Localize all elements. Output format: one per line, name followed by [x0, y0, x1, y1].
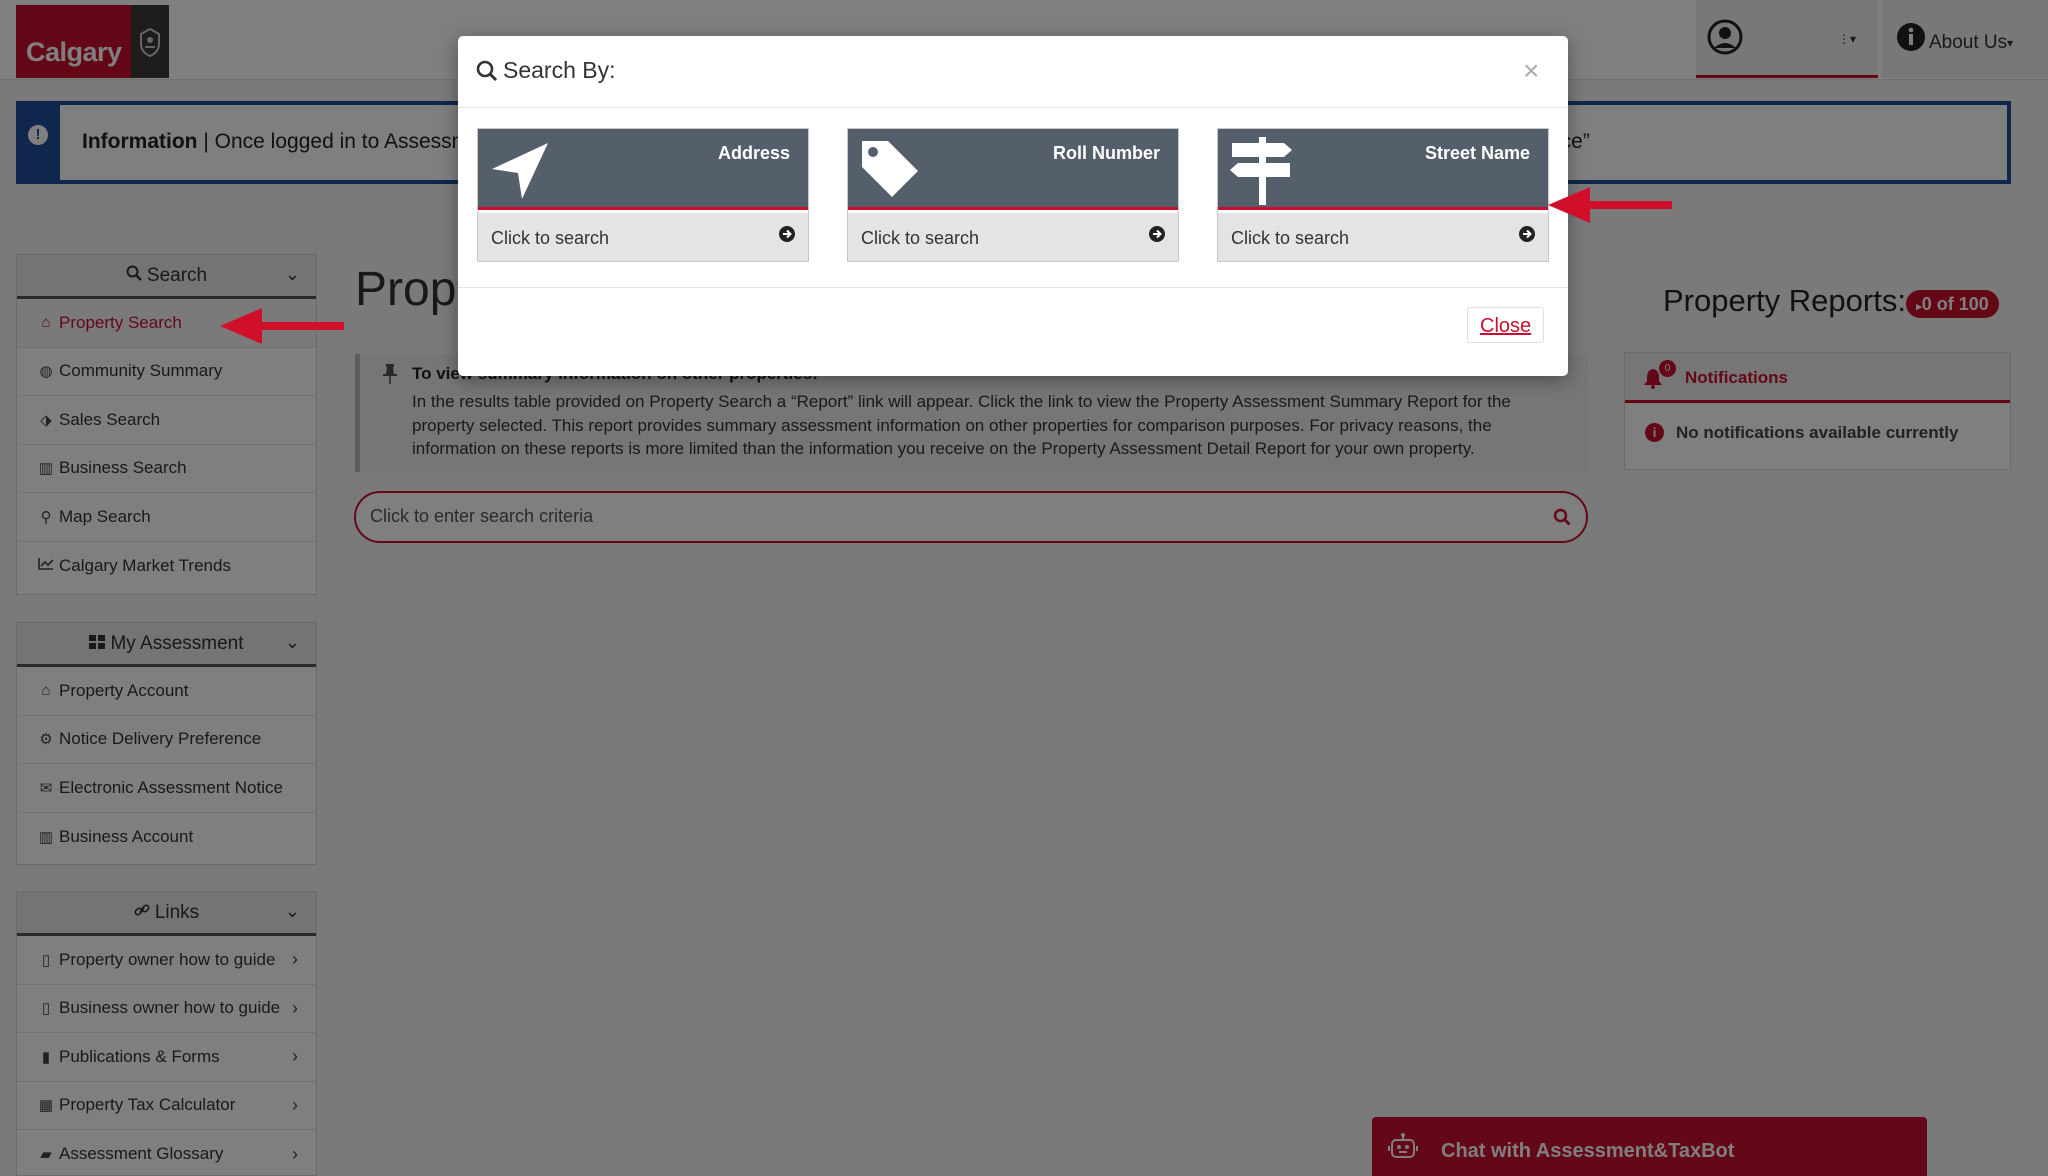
card-cta: Click to search — [861, 228, 980, 248]
arrow-circle-right-icon — [1148, 225, 1166, 248]
modal-title: Search By: — [503, 57, 616, 83]
search-by-roll-number-card[interactable]: Roll Number Click to search — [847, 128, 1179, 262]
card-header: Address — [478, 129, 808, 210]
card-label: Street Name — [1424, 143, 1530, 163]
card-label: Address — [717, 143, 790, 163]
card-header: Street Name — [1218, 129, 1548, 210]
location-arrow-icon — [488, 135, 552, 208]
tag-icon — [858, 135, 922, 208]
annotation-arrow-icon — [220, 308, 344, 344]
modal-header: Search By: × — [458, 36, 1568, 108]
modal-divider — [458, 287, 1568, 288]
card-footer: Click to search — [1218, 213, 1548, 261]
card-label: Roll Number — [1052, 143, 1160, 163]
card-header: Roll Number — [848, 129, 1178, 210]
signpost-icon — [1228, 135, 1296, 212]
annotation-arrow-icon — [1548, 187, 1672, 223]
arrow-circle-right-icon — [1518, 225, 1536, 248]
search-by-modal: Search By: × Address Click to search Rol… — [458, 36, 1568, 376]
search-by-address-card[interactable]: Address Click to search — [477, 128, 809, 262]
arrow-circle-right-icon — [778, 225, 796, 248]
card-cta: Click to search — [491, 228, 610, 248]
card-footer: Click to search — [478, 213, 808, 261]
search-icon — [476, 60, 498, 87]
search-by-street-name-card[interactable]: Street Name Click to search — [1217, 128, 1549, 262]
card-cta: Click to search — [1231, 228, 1350, 248]
close-icon[interactable]: × — [1523, 55, 1539, 87]
card-footer: Click to search — [848, 213, 1178, 261]
close-button-label[interactable]: Close — [1480, 315, 1531, 338]
